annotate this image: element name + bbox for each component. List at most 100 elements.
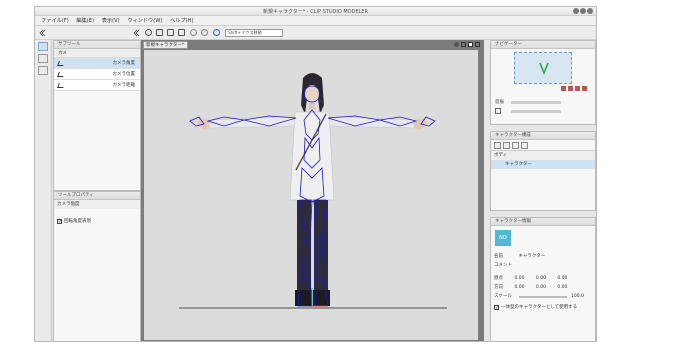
- view-split-icon[interactable]: [475, 42, 480, 47]
- scale-row: スケール 100.0: [491, 292, 595, 301]
- navigator-preview[interactable]: [514, 52, 572, 84]
- navigator-view-buttons[interactable]: [561, 86, 593, 92]
- app-window: 新規キャラクター* - CLIP STUDIO MODELER ファイル(F) …: [34, 6, 597, 342]
- camera-position-icon: [57, 72, 65, 77]
- subtool-header: サブツール: [54, 41, 140, 49]
- maximize-button[interactable]: [580, 8, 586, 14]
- character-thumbnail: NO: [495, 230, 511, 246]
- menu-file[interactable]: ファイル(F): [41, 16, 69, 26]
- rotation-angle-checkbox[interactable]: ✓: [57, 219, 62, 225]
- subtool-label: カメラ位置: [112, 72, 136, 77]
- tool-property-title: カメラ角度: [54, 200, 140, 209]
- rotation-angle-label: 回転角度表現: [64, 219, 91, 224]
- subtool-group-tab[interactable]: カメ: [54, 49, 140, 58]
- menu-window[interactable]: ウィンドウ(W): [127, 16, 162, 26]
- rotation-angle-option[interactable]: ✓ 回転角度表現: [54, 217, 140, 226]
- menu-edit[interactable]: 編集(E): [76, 16, 94, 26]
- subtool-item[interactable]: カメラ角度: [54, 58, 140, 69]
- close-button[interactable]: [587, 8, 593, 14]
- menu-view[interactable]: 表示(V): [102, 16, 120, 26]
- navigator-panel: ナビゲーター 首振: [490, 40, 596, 125]
- structure-item-label: キャラクター: [505, 162, 532, 167]
- camera-rotate-icon[interactable]: [145, 29, 152, 36]
- subtool-group-label: カメ: [58, 51, 67, 56]
- 3d-viewport[interactable]: [144, 50, 478, 340]
- subtool-item[interactable]: カメラ距離: [54, 80, 140, 91]
- copy-icon[interactable]: [512, 142, 519, 149]
- integrated-option[interactable]: ✓ 一体型のキャラクターとして使用する: [491, 303, 577, 312]
- save-icon[interactable]: [178, 29, 185, 36]
- integrated-checkbox[interactable]: ✓: [494, 305, 499, 311]
- view-single-icon[interactable]: [468, 42, 473, 47]
- character-structure-panel: キャラクター構成 ボディ キャラクター: [490, 131, 596, 211]
- minimize-button[interactable]: [573, 8, 579, 14]
- integrated-label: 一体型のキャラクターとして使用する: [501, 305, 578, 310]
- canvas-area: 新規キャラクター*: [141, 40, 484, 341]
- origin-row: 原点 0.00 0.00 0.00: [491, 274, 595, 283]
- subtool-item[interactable]: カメラ位置: [54, 69, 140, 80]
- collapse-right-icon[interactable]: [132, 29, 140, 37]
- camera-mode-select[interactable]: Shift+マウス移動: [225, 29, 283, 37]
- redo-icon[interactable]: [201, 29, 208, 36]
- tool-property-header: ツールプロパティ: [54, 192, 140, 200]
- refresh-icon[interactable]: [213, 29, 220, 36]
- camera-distance-icon: [57, 83, 65, 88]
- view-right-icon[interactable]: [582, 86, 587, 91]
- pose-tool-icon[interactable]: [38, 66, 48, 75]
- navigator-header: ナビゲーター: [491, 41, 595, 49]
- subtool-panel: サブツール カメ カメラ角度 カメラ位置 カメラ距離: [53, 40, 141, 191]
- scale-label: スケール: [494, 294, 512, 299]
- new-file-icon[interactable]: [156, 29, 163, 36]
- view-sphere-icon[interactable]: [454, 42, 459, 47]
- view-front-icon[interactable]: [561, 86, 566, 91]
- view-controls[interactable]: [454, 42, 480, 48]
- direction-y[interactable]: 0.00: [536, 285, 546, 290]
- structure-item-selected[interactable]: キャラクター: [491, 160, 595, 169]
- subtool-label: カメラ角度: [112, 61, 136, 66]
- view-layout-icon[interactable]: [461, 42, 466, 47]
- open-folder-icon[interactable]: [167, 29, 174, 36]
- structure-folder[interactable]: ボディ: [491, 151, 595, 160]
- origin-y[interactable]: 0.00: [536, 276, 546, 281]
- camera-tool-icon[interactable]: [38, 42, 48, 51]
- character-structure-header: キャラクター構成: [491, 132, 595, 140]
- direction-row: 方向 0.00 0.00 0.00: [491, 283, 595, 292]
- view-left-icon[interactable]: [575, 86, 580, 91]
- view-back-icon[interactable]: [568, 86, 573, 91]
- window-title: 新規キャラクター* - CLIP STUDIO MODELER: [262, 9, 369, 15]
- add-folder-icon[interactable]: [494, 142, 501, 149]
- zoom-slider[interactable]: [511, 101, 561, 104]
- collapse-left-icon[interactable]: [38, 29, 46, 37]
- scale-slider[interactable]: [519, 296, 567, 298]
- folder-label: ボディ: [494, 153, 508, 158]
- structure-toolbar: [491, 140, 595, 151]
- menu-help[interactable]: ヘルプ(H): [170, 16, 194, 26]
- undo-icon[interactable]: [190, 29, 197, 36]
- direction-label: 方向: [494, 285, 503, 290]
- comment-label: コメント: [494, 263, 512, 268]
- rotation-icon: [495, 108, 501, 114]
- origin-z[interactable]: 0.00: [557, 276, 567, 281]
- tool-property-panel: ツールプロパティ カメラ角度 ✓ 回転角度表現: [53, 191, 141, 341]
- direction-z[interactable]: 0.00: [557, 285, 567, 290]
- move-tool-icon[interactable]: [38, 54, 48, 63]
- lock-icon[interactable]: [521, 142, 528, 149]
- name-row: 名前 キャラクター: [491, 252, 595, 261]
- menu-bar: ファイル(F) 編集(E) 表示(V) ウィンドウ(W) ヘルプ(H): [35, 16, 596, 26]
- character-info-panel: キャラクター情報 NO 名前 キャラクター コメント 原点 0.00 0.00 …: [490, 217, 596, 341]
- direction-x[interactable]: 0.00: [514, 285, 524, 290]
- character-model: [179, 73, 447, 309]
- add-item-icon[interactable]: [503, 142, 510, 149]
- origin-label: 原点: [494, 276, 503, 281]
- title-bar: 新規キャラクター* - CLIP STUDIO MODELER: [35, 7, 596, 16]
- subtool-label: カメラ距離: [112, 83, 136, 88]
- character-info-header: キャラクター情報: [491, 218, 595, 226]
- document-tab[interactable]: 新規キャラクター*: [143, 41, 188, 49]
- origin-x[interactable]: 0.00: [514, 276, 524, 281]
- rotation-slider[interactable]: [511, 110, 561, 113]
- name-label: 名前: [494, 254, 503, 259]
- camera-angle-icon: [57, 61, 65, 66]
- name-value[interactable]: キャラクター: [518, 254, 545, 259]
- scale-value[interactable]: 100.0: [571, 292, 584, 301]
- toolbar: Shift+マウス移動: [35, 26, 596, 40]
